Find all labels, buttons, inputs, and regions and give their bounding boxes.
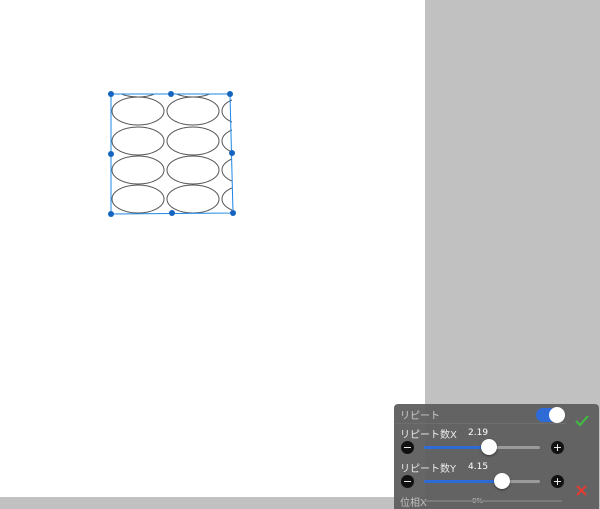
repeat-x-slider-thumb[interactable] xyxy=(481,439,497,455)
transform-handle-left[interactable] xyxy=(108,151,114,157)
divider xyxy=(394,423,566,424)
pattern-ellipse xyxy=(175,94,211,98)
pattern-ellipse xyxy=(166,155,220,185)
transform-handle-top[interactable] xyxy=(168,91,174,97)
check-icon[interactable] xyxy=(575,415,589,427)
pattern-ellipse xyxy=(221,187,232,211)
repeat-y-plus-button[interactable]: + xyxy=(551,475,564,488)
transform-handle-bottom-right[interactable] xyxy=(230,210,236,216)
repeat-x-plus-button[interactable]: + xyxy=(551,441,564,454)
repeat-y-slider-fill xyxy=(424,480,502,483)
pattern-ellipse xyxy=(111,126,165,156)
repeat-label: リピート xyxy=(400,411,440,422)
repeat-x-slider-fill xyxy=(424,446,489,449)
pattern-ellipse xyxy=(166,96,220,126)
transform-handle-right[interactable] xyxy=(229,150,235,156)
pattern-ellipse xyxy=(111,96,165,126)
repeat-settings-panel: リピート リピート数X 2.19 − + リピート数Y 4.15 − + 位相X… xyxy=(394,404,599,509)
repeat-y-slider[interactable] xyxy=(424,473,540,489)
phase-x-slider[interactable] xyxy=(424,500,562,502)
repeat-y-value: 4.15 xyxy=(468,462,489,472)
repeat-toggle[interactable] xyxy=(536,407,565,423)
repeat-y-label: リピート数Y xyxy=(400,464,457,475)
transform-handle-top-left[interactable] xyxy=(108,91,114,97)
pattern-ellipse xyxy=(111,155,165,185)
phase-x-label: 位相X xyxy=(400,498,427,509)
pattern-ellipse xyxy=(166,184,220,214)
repeat-pattern-layer[interactable] xyxy=(0,0,425,497)
pattern-ellipse xyxy=(120,94,156,98)
repeat-y-slider-thumb[interactable] xyxy=(494,473,510,489)
workspace-background-bottom xyxy=(0,497,425,509)
repeat-x-minus-button[interactable]: − xyxy=(401,441,414,454)
repeat-y-minus-button[interactable]: − xyxy=(401,475,414,488)
pattern-ellipse xyxy=(111,184,165,214)
transform-handle-top-right[interactable] xyxy=(227,91,233,97)
transform-handle-bottom-left[interactable] xyxy=(108,211,114,217)
repeat-x-value: 2.19 xyxy=(468,428,489,438)
repeat-x-slider[interactable] xyxy=(424,439,540,455)
pattern-ellipse xyxy=(166,126,220,156)
pattern-ellipse xyxy=(221,129,232,153)
repeat-x-label: リピート数X xyxy=(400,430,457,441)
close-icon[interactable] xyxy=(576,485,587,496)
transform-handle-bottom[interactable] xyxy=(169,210,175,216)
pattern-ellipse xyxy=(221,158,232,182)
repeat-toggle-knob xyxy=(549,407,565,423)
